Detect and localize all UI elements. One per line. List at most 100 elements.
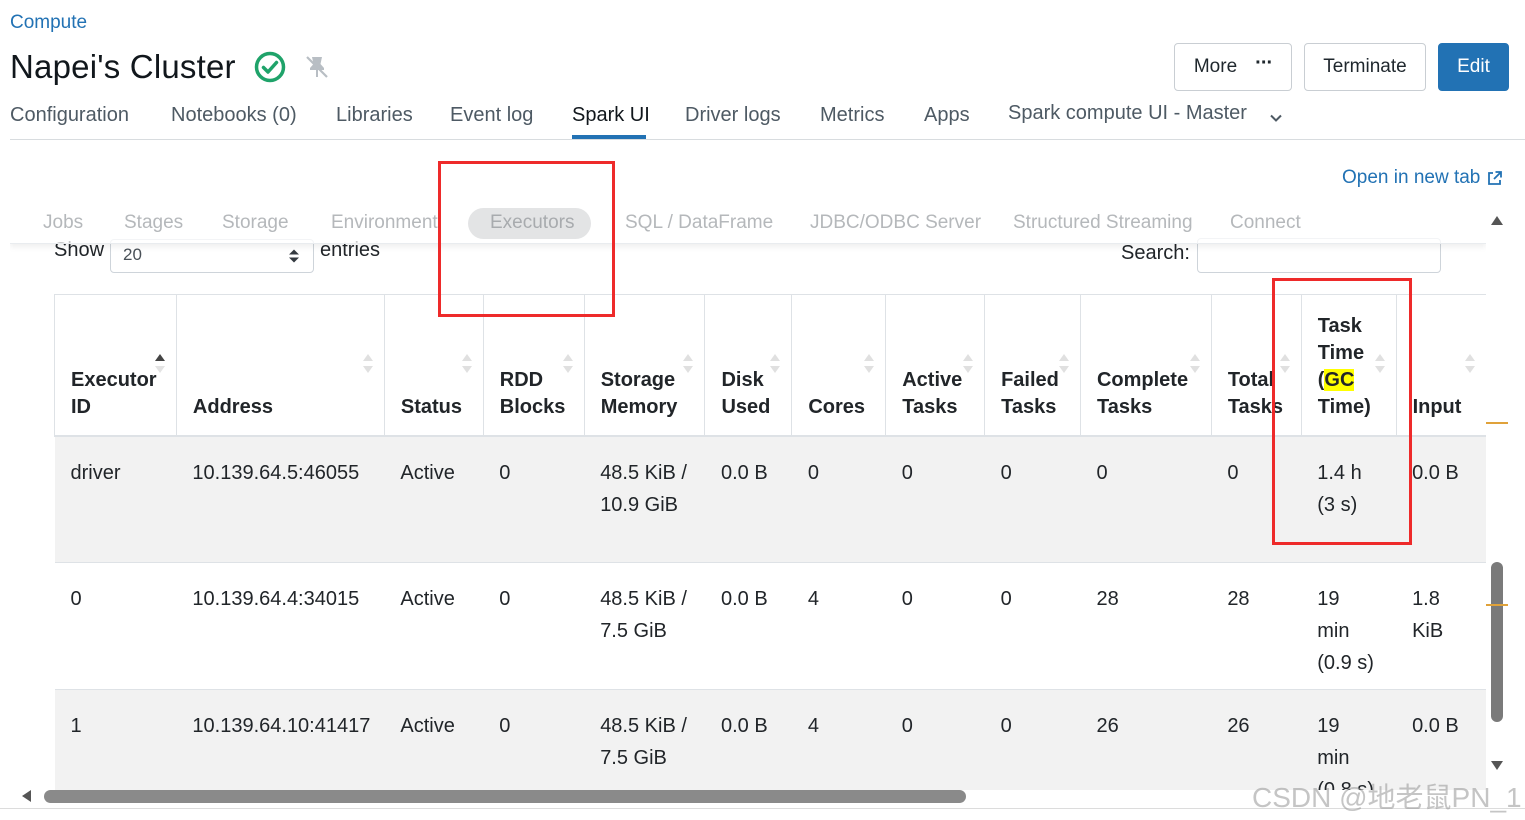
cell-active-tasks: 0 (885, 435, 985, 563)
cell-address: 10.139.64.4:34015 (176, 562, 385, 690)
spark-ui-selector[interactable]: Spark compute UI - Master (1008, 102, 1247, 125)
col-label: Used (721, 395, 771, 418)
cell-storage-memory: 48.5 KiB / 7.5 GiB (584, 689, 705, 790)
tab-libraries[interactable]: Libraries (336, 104, 413, 127)
table-row: 1 10.139.64.10:41417 Active 0 48.5 KiB /… (54, 689, 1486, 790)
cell-line: 7.5 GiB (600, 747, 667, 769)
tab-notebooks[interactable]: Notebooks (0) (171, 104, 297, 127)
tab-configuration[interactable]: Configuration (10, 104, 129, 127)
cell-line: 48.5 KiB / (600, 461, 687, 484)
cluster-tabs: Configuration Notebooks (0) Libraries Ev… (10, 102, 1525, 140)
cell-rdd-blocks: 0 (483, 689, 585, 790)
nav-jdbc-odbc-server[interactable]: JDBC/ODBC Server (810, 212, 981, 234)
cell-cores: 4 (791, 562, 886, 690)
nav-jobs[interactable]: Jobs (43, 212, 83, 234)
col-executor-id[interactable]: Executor ID (54, 294, 177, 437)
cell-rdd-blocks: 0 (483, 435, 585, 563)
page-size-select[interactable]: 20 (110, 239, 314, 273)
col-failed-tasks[interactable]: Failed Tasks (984, 294, 1081, 437)
sort-icon (864, 354, 875, 373)
cell-task-time: 19 min (0.8 s) (1301, 689, 1397, 790)
cell-line: 1.8 (1412, 588, 1440, 610)
cell-line: 48.5 KiB / (600, 715, 687, 737)
sort-icon (770, 354, 781, 373)
tab-apps[interactable]: Apps (924, 104, 970, 127)
col-label: Blocks (499, 395, 566, 418)
more-button[interactable]: More ··· (1174, 43, 1292, 91)
cell-storage-memory: 48.5 KiB / 10.9 GiB (584, 435, 705, 563)
cell-line: (0.9 s) (1317, 652, 1374, 674)
chevron-down-icon[interactable] (1268, 110, 1284, 126)
col-label: Address (192, 395, 273, 418)
vertical-scroll-thumb[interactable] (1491, 562, 1503, 722)
nav-sql-dataframe[interactable]: SQL / DataFrame (625, 212, 773, 234)
cell-line: min (1317, 620, 1350, 642)
col-label: Failed (1001, 368, 1059, 391)
tab-metrics[interactable]: Metrics (820, 104, 884, 127)
cell-status: Active (384, 435, 484, 563)
cell-line: KiB (1412, 620, 1444, 642)
scroll-left-arrow-icon[interactable] (20, 789, 32, 803)
col-label: Status (400, 395, 463, 418)
cell-status: Active (384, 562, 484, 690)
scroll-down-arrow-icon[interactable] (1490, 760, 1504, 772)
col-cores[interactable]: Cores (791, 294, 886, 437)
more-dots-icon: ··· (1255, 51, 1273, 74)
tab-event-log[interactable]: Event log (450, 104, 533, 127)
spark-nav: Jobs Stages Storage Environment Executor… (10, 200, 1486, 244)
col-label: Complete (1096, 368, 1189, 391)
cell-complete-tasks: 28 (1080, 562, 1212, 690)
scroll-marker (1486, 422, 1508, 424)
cell-failed-tasks: 0 (984, 435, 1081, 563)
sort-icon (1465, 354, 1475, 373)
cell-address: 10.139.64.5:46055 (176, 435, 385, 563)
breadcrumb[interactable]: Compute (10, 12, 87, 34)
nav-connect[interactable]: Connect (1230, 212, 1301, 234)
cell-active-tasks: 0 (885, 562, 985, 690)
cell-storage-memory: 48.5 KiB / 7.5 GiB (584, 562, 705, 690)
cell-input: 1.8 KiB (1396, 562, 1486, 690)
pin-icon[interactable] (304, 54, 330, 80)
cell-disk-used: 0.0 B (704, 689, 792, 790)
vertical-scrollbar[interactable] (1488, 210, 1506, 780)
col-active-tasks[interactable]: Active Tasks (885, 294, 985, 437)
col-complete-tasks[interactable]: Complete Tasks (1079, 294, 1212, 437)
cell-failed-tasks: 0 (984, 689, 1081, 790)
col-label: Storage (600, 368, 676, 391)
table-row: 0 10.139.64.4:34015 Active 0 48.5 KiB / 7… (54, 562, 1486, 690)
spark-ui-frame: Jobs Stages Storage Environment Executor… (10, 200, 1486, 790)
cell-status: Active (384, 689, 484, 790)
col-label: Tasks (902, 395, 958, 418)
open-in-new-tab-label: Open in new tab (1342, 167, 1481, 188)
cell-total-tasks: 26 (1211, 689, 1302, 790)
col-label: Active (902, 368, 963, 391)
search-label: Search: (1121, 242, 1190, 264)
sort-icon (461, 354, 472, 373)
cell-line: 48.5 KiB / (600, 588, 687, 610)
horizontal-scroll-thumb[interactable] (44, 790, 966, 803)
cell-input: 0.0 B (1396, 689, 1486, 790)
scroll-marker (1486, 604, 1508, 606)
col-label: Tasks (1001, 395, 1057, 418)
nav-stages[interactable]: Stages (124, 212, 183, 234)
cell-cores: 4 (791, 689, 886, 790)
cell-line: 19 (1317, 588, 1340, 610)
cell-complete-tasks: 0 (1080, 435, 1212, 563)
tab-spark-ui[interactable]: Spark UI (572, 104, 650, 127)
annotation-box-executors (438, 161, 615, 317)
scroll-up-arrow-icon[interactable] (1490, 214, 1504, 226)
tab-driver-logs[interactable]: Driver logs (685, 104, 781, 127)
col-address[interactable]: Address (175, 294, 385, 437)
nav-storage[interactable]: Storage (222, 212, 289, 234)
select-updown-icon (289, 249, 299, 263)
external-link-icon (1488, 170, 1503, 185)
cell-line: min (1317, 747, 1350, 769)
col-disk-used[interactable]: Disk Used (704, 294, 792, 437)
nav-environment[interactable]: Environment (331, 212, 438, 234)
cell-total-tasks: 28 (1211, 562, 1302, 690)
nav-structured-streaming[interactable]: Structured Streaming (1013, 212, 1193, 234)
cell-executor-id: 0 (54, 562, 177, 690)
terminate-button[interactable]: Terminate (1304, 43, 1426, 91)
open-in-new-tab-link[interactable]: Open in new tab (1342, 167, 1503, 189)
edit-button[interactable]: Edit (1438, 43, 1509, 91)
